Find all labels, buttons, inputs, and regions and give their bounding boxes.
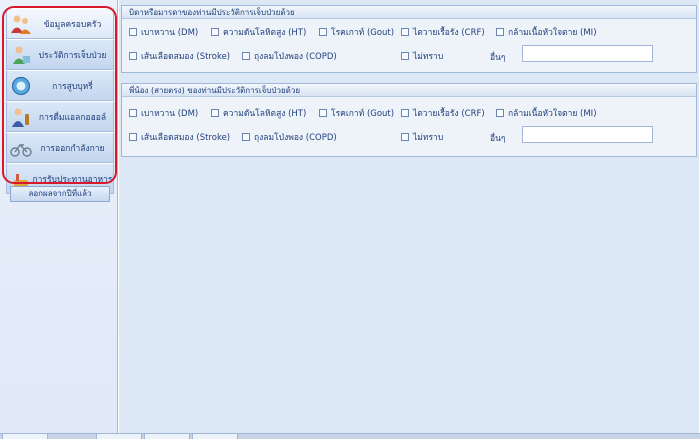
checkbox-ht[interactable]: ความดันโลหิตสูง (HT) [211, 25, 306, 39]
bottom-tab[interactable] [2, 434, 48, 439]
checkbox-icon [211, 109, 219, 117]
group-title: พี่น้อง (สายตรง) ของท่านมีประวัติการเจ็บ… [122, 84, 696, 97]
sidebar-item-label: การสูบบุหรี่ [52, 81, 93, 92]
checkbox-icon [496, 109, 504, 117]
checkbox-copd[interactable]: ถุงลมโป่งพอง (COPD) [242, 130, 337, 144]
alcohol-icon [12, 108, 29, 127]
checkbox-stroke[interactable]: เส้นเลือดสมอง (Stroke) [129, 130, 230, 144]
sidebar: ข้อมูลครอบครัว ประวัติการเจ็บป่วย การสูบ… [0, 0, 118, 433]
checkbox-row: เบาหวาน (DM) ความดันโลหิตสูง (HT) โรคเกา… [122, 19, 696, 43]
checkbox-crf[interactable]: ไตวายเรื้อรัง (CRF) [401, 106, 485, 120]
checkbox-icon [211, 28, 219, 36]
checkbox-row: เบาหวาน (DM) ความดันโลหิตสูง (HT) โรคเกา… [122, 100, 696, 124]
sidebar-item-label: การรับประทานอาหาร [32, 174, 113, 185]
bicycle-icon [10, 143, 32, 157]
sidebar-item-label: ข้อมูลครอบครัว [43, 19, 102, 30]
sidebar-item-label: การออกกำลังกาย [40, 143, 105, 154]
checkbox-dm[interactable]: เบาหวาน (DM) [129, 25, 198, 39]
checkbox-stroke[interactable]: เส้นเลือดสมอง (Stroke) [129, 49, 230, 63]
bottom-tab[interactable] [96, 434, 142, 439]
sidebar-item-label: การดื่มแอลกอฮอล์ [38, 112, 107, 123]
smoking-icon [11, 76, 31, 95]
checkbox-icon [129, 52, 137, 60]
checkbox-gout[interactable]: โรคเกาท์ (Gout) [319, 25, 394, 39]
sidebar-item-exercise[interactable]: การออกกำลังกาย [6, 132, 114, 163]
checkbox-icon [242, 52, 250, 60]
family-icon [11, 15, 31, 34]
checkbox-mi[interactable]: กล้ามเนื้อหัวใจตาย (MI) [496, 25, 597, 39]
checkbox-unknown[interactable]: ไม่ทราบ [401, 130, 443, 144]
checkbox-row: เส้นเลือดสมอง (Stroke) ถุงลมโป่งพอง (COP… [122, 124, 696, 148]
checkbox-row: เส้นเลือดสมอง (Stroke) ถุงลมโป่งพอง (COP… [122, 43, 696, 67]
sidebar-item-alcohol[interactable]: การดื่มแอลกอฮอล์ [6, 101, 114, 132]
main-panel: บิดาหรือมารดาของท่านมีประวัติการเจ็บป่วย… [119, 0, 699, 433]
checkbox-crf[interactable]: ไตวายเรื้อรัง (CRF) [401, 25, 485, 39]
other-label: อื่นๆ [490, 134, 506, 144]
sidebar-item-family[interactable]: ข้อมูลครอบครัว [6, 8, 114, 39]
checkbox-mi[interactable]: กล้ามเนื้อหัวใจตาย (MI) [496, 106, 597, 120]
checkbox-unknown[interactable]: ไม่ทราบ [401, 49, 443, 63]
checkbox-icon [401, 109, 409, 117]
other-label: อื่นๆ [490, 53, 506, 63]
checkbox-icon [129, 28, 137, 36]
sidebar-item-illness[interactable]: ประวัติการเจ็บป่วย [6, 39, 114, 70]
siblings-illness-group: พี่น้อง (สายตรง) ของท่านมีประวัติการเจ็บ… [121, 83, 697, 157]
checkbox-icon [129, 133, 137, 141]
other-input[interactable] [522, 45, 653, 62]
nav-list: ข้อมูลครอบครัว ประวัติการเจ็บป่วย การสูบ… [6, 8, 114, 194]
group-title: บิดาหรือมารดาของท่านมีประวัติการเจ็บป่วย… [122, 6, 696, 19]
other-input[interactable] [522, 126, 653, 143]
checkbox-icon [401, 28, 409, 36]
checkbox-icon [496, 28, 504, 36]
patient-icon [13, 46, 30, 64]
sidebar-item-label: ประวัติการเจ็บป่วย [38, 50, 107, 61]
checkbox-icon [319, 28, 327, 36]
parents-illness-group: บิดาหรือมารดาของท่านมีประวัติการเจ็บป่วย… [121, 5, 697, 73]
copy-last-year-button[interactable]: ลอกผลจากปีที่แล้ว [10, 186, 110, 202]
checkbox-icon [242, 133, 250, 141]
sidebar-item-smoking[interactable]: การสูบบุหรี่ [6, 70, 114, 101]
checkbox-copd[interactable]: ถุงลมโป่งพอง (COPD) [242, 49, 337, 63]
checkbox-dm[interactable]: เบาหวาน (DM) [129, 106, 198, 120]
checkbox-ht[interactable]: ความดันโลหิตสูง (HT) [211, 106, 306, 120]
checkbox-icon [319, 109, 327, 117]
checkbox-icon [401, 52, 409, 60]
bottom-tab[interactable] [144, 434, 190, 439]
bottom-tab-strip [0, 433, 700, 439]
checkbox-gout[interactable]: โรคเกาท์ (Gout) [319, 106, 394, 120]
checkbox-icon [129, 109, 137, 117]
bottom-tab[interactable] [192, 434, 238, 439]
checkbox-icon [401, 133, 409, 141]
